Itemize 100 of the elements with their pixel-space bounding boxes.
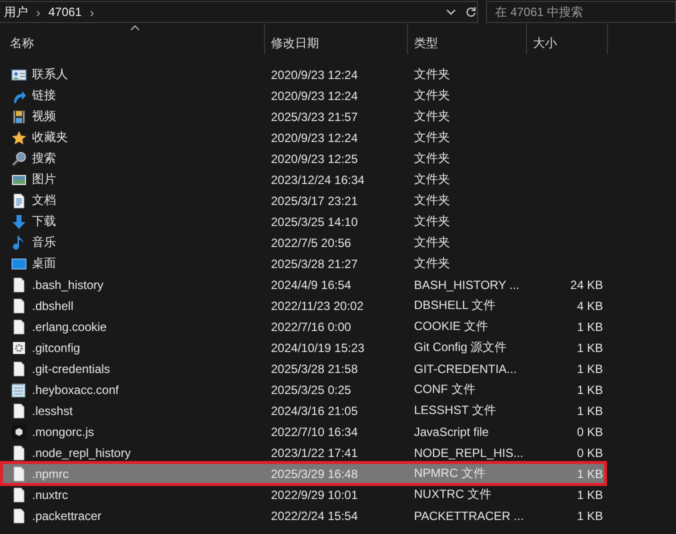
- file-type: 文件夹: [413, 150, 451, 167]
- breadcrumb[interactable]: 47061: [48, 5, 82, 19]
- file-name: 联系人: [32, 66, 68, 83]
- file-name: .lesshst: [32, 404, 73, 418]
- file-icon: [11, 276, 27, 292]
- file-name: .erlang.cookie: [32, 320, 107, 334]
- file-row[interactable]: 视频 2025/3/23 21:57 文件夹: [2, 106, 605, 127]
- column-header[interactable]: 修改日期: [265, 24, 408, 54]
- file-icon: [11, 318, 27, 334]
- file-type: 文件夹: [413, 171, 451, 188]
- file-row[interactable]: .node_repl_history 2023/1/22 17:41 NODE_REPL_HIS... 0 KB: [2, 442, 605, 463]
- sort-caret-icon: [130, 25, 140, 31]
- file-name: .heyboxacc.conf: [32, 382, 119, 396]
- file-type: JavaScript file: [413, 424, 490, 438]
- file-type: PACKETTRACER ...: [413, 508, 525, 522]
- file-name: 音乐: [32, 234, 56, 251]
- file-type: 文件夹: [413, 108, 451, 125]
- file-type: 文件夹: [413, 129, 451, 146]
- file-icon: [11, 444, 27, 460]
- file-name: 链接: [32, 87, 56, 104]
- file-name: 视频: [32, 108, 56, 125]
- file-icon: [11, 402, 27, 418]
- file-icon: [11, 298, 27, 314]
- notepad-icon: [11, 382, 27, 398]
- file-icon: [11, 486, 27, 502]
- modified-date: 2025/3/25 0:25: [270, 382, 352, 396]
- file-row[interactable]: .nuxtrc 2022/9/29 10:01 NUXTRC 文件 1 KB: [2, 484, 605, 505]
- file-row[interactable]: .npmrc 2025/3/29 16:48 NPMRC 文件 1 KB: [2, 463, 605, 484]
- address-bar[interactable]: 用户 › 47061 ›: [0, 1, 478, 23]
- file-row[interactable]: .git-credentials 2025/3/28 21:58 GIT-CREDENTIA... 1 KB: [2, 358, 605, 379]
- modified-date: 2020/9/23 12:24: [270, 130, 359, 144]
- file-row[interactable]: 下载 2025/3/25 14:10 文件夹: [2, 211, 605, 232]
- cube-icon: [11, 424, 27, 440]
- file-row[interactable]: .lesshst 2024/3/16 21:05 LESSHST 文件 1 KB: [2, 400, 605, 421]
- file-type: LESSHST 文件: [413, 402, 497, 419]
- down-arrow-icon: [11, 214, 27, 230]
- breadcrumb-separator[interactable]: ›: [90, 4, 94, 20]
- file-name: .bash_history: [32, 278, 104, 292]
- file-name: 图片: [32, 171, 56, 188]
- modified-date: 2023/1/22 17:41: [270, 446, 359, 460]
- modified-date: 2020/9/23 12:24: [270, 88, 359, 102]
- file-name: 文档: [32, 192, 56, 209]
- file-name: .git-credentials: [32, 362, 110, 376]
- file-icon: [11, 508, 27, 524]
- file-size: 0 KB: [576, 424, 603, 438]
- modified-date: 2022/2/24 15:54: [270, 508, 359, 522]
- file-type: 文件夹: [413, 213, 451, 230]
- modified-date: 2024/4/9 16:54: [270, 278, 352, 292]
- column-header[interactable]: 大小: [527, 24, 608, 54]
- file-row[interactable]: 桌面 2025/3/28 21:27 文件夹: [2, 253, 605, 274]
- file-row[interactable]: .gitconfig 2024/10/19 15:23 Git Config 源文件 1 KB: [2, 337, 605, 358]
- file-type: GIT-CREDENTIA...: [413, 362, 518, 376]
- file-type: 文件夹: [413, 66, 451, 83]
- file-name: 桌面: [32, 255, 56, 272]
- file-row[interactable]: .mongorc.js 2022/7/10 16:34 JavaScript file 0 KB: [2, 421, 605, 442]
- file-row[interactable]: 联系人 2020/9/23 12:24 文件夹: [2, 64, 605, 85]
- file-row[interactable]: .heyboxacc.conf 2025/3/25 0:25 CONF 文件 1 KB: [2, 379, 605, 400]
- search-field[interactable]: 在 47061 中搜索: [486, 1, 676, 23]
- refresh-icon[interactable]: [465, 6, 477, 18]
- file-row[interactable]: 音乐 2022/7/5 20:56 文件夹: [2, 232, 605, 253]
- file-size: 24 KB: [569, 278, 603, 292]
- contact-card-icon: [11, 66, 27, 82]
- breadcrumb[interactable]: 用户: [4, 4, 28, 20]
- file-name: 收藏夹: [32, 129, 68, 146]
- file-size: 0 KB: [576, 446, 603, 460]
- file-name: .nuxtrc: [32, 488, 68, 502]
- modified-date: 2025/3/29 16:48: [270, 466, 359, 480]
- file-row[interactable]: 收藏夹 2020/9/23 12:24 文件夹: [2, 127, 605, 148]
- file-size: 1 KB: [576, 320, 603, 334]
- magnifier-icon: [11, 150, 27, 166]
- breadcrumb-separator[interactable]: ›: [36, 4, 40, 20]
- file-row[interactable]: 文档 2025/3/17 23:21 文件夹: [2, 190, 605, 211]
- file-row[interactable]: 搜索 2020/9/23 12:25 文件夹: [2, 148, 605, 169]
- file-row[interactable]: .erlang.cookie 2022/7/16 0:00 COOKIE 文件 1 KB: [2, 316, 605, 337]
- file-type: NODE_REPL_HIS...: [413, 446, 524, 460]
- file-row[interactable]: .packettracer 2022/2/24 15:54 PACKETTRACER ... 1 KB: [2, 505, 605, 526]
- document-icon: [11, 192, 27, 208]
- file-size: 1 KB: [576, 404, 603, 418]
- file-row[interactable]: 图片 2023/12/24 16:34 文件夹: [2, 169, 605, 190]
- file-name: .npmrc: [32, 466, 69, 480]
- column-header[interactable]: 名称: [0, 24, 265, 54]
- file-row[interactable]: 链接 2020/9/23 12:24 文件夹: [2, 85, 605, 106]
- modified-date: 2022/7/5 20:56: [270, 236, 352, 250]
- file-size: 1 KB: [576, 340, 603, 354]
- file-type: CONF 文件: [413, 381, 476, 398]
- film-icon: [11, 108, 27, 124]
- file-size: 1 KB: [576, 382, 603, 396]
- column-header[interactable]: 类型: [408, 24, 527, 54]
- modified-date: 2025/3/17 23:21: [270, 194, 359, 208]
- file-name: 下载: [32, 213, 56, 230]
- modified-date: 2025/3/28 21:27: [270, 256, 359, 270]
- file-type: 文件夹: [413, 192, 451, 209]
- modified-date: 2022/9/29 10:01: [270, 488, 359, 502]
- modified-date: 2024/10/19 15:23: [270, 340, 366, 354]
- modified-date: 2020/9/23 12:25: [270, 152, 359, 166]
- file-name: .gitconfig: [32, 340, 80, 354]
- file-size: 1 KB: [576, 488, 603, 502]
- file-row[interactable]: .dbshell 2022/11/23 20:02 DBSHELL 文件 4 KB: [2, 295, 605, 316]
- file-type: NPMRC 文件: [413, 465, 486, 482]
- file-row[interactable]: .bash_history 2024/4/9 16:54 BASH_HISTORY ... 24 KB: [2, 274, 605, 295]
